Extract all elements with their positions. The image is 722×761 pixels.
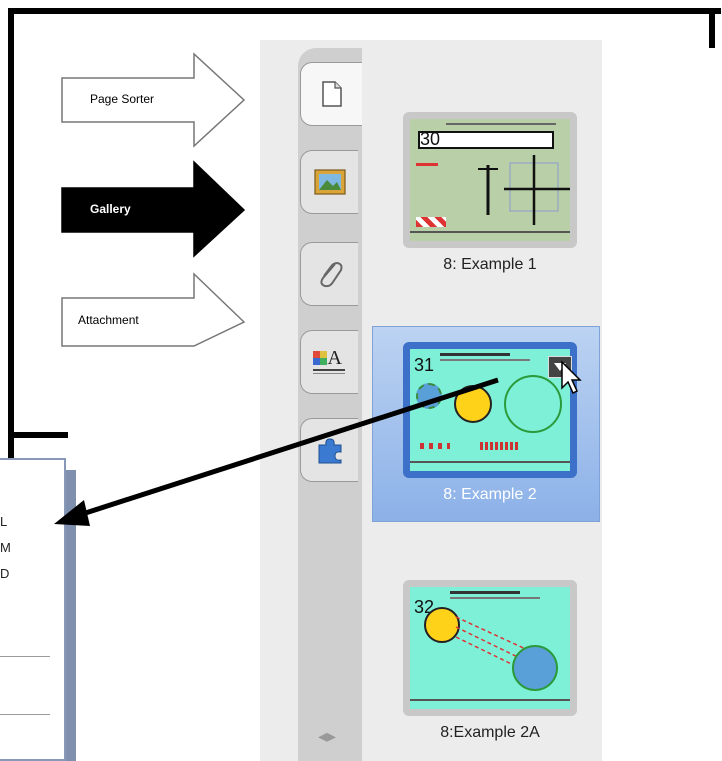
paperclip-icon [319,261,342,288]
page-number: 30 [420,129,441,149]
picture-icon [313,169,346,195]
page-preview: 30 [410,119,570,241]
page-caption: 8:Example 2A [440,724,540,741]
menu-item[interactable]: L [0,514,7,529]
menu-item[interactable]: D [0,566,9,581]
page-icon [321,81,342,107]
callout-label-gallery: Gallery [90,202,131,216]
tab-gallery[interactable] [300,150,358,214]
attachment-arrow [61,272,246,347]
callout-label-page-sorter: Page Sorter [90,92,155,106]
page-preview: 32 [410,587,570,709]
callout-label-attachment: Attachment [78,313,139,327]
mouse-cursor-icon [561,360,582,395]
page-thumbnail[interactable]: 32 8:Example 2A [400,580,580,741]
panel-resize-handle[interactable]: ◂▸ [318,726,336,747]
menu-separator [0,714,50,715]
page-caption: 8: Example 1 [443,256,537,273]
tab-attachments[interactable] [300,242,358,306]
menu-item[interactable]: M [0,540,11,555]
pointer-arrow [54,377,499,526]
menu-separator [0,656,50,657]
tab-page-sorter[interactable] [300,62,362,126]
callout-frame-edge [709,8,715,48]
page-thumbnail[interactable]: 30 8: Example 1 [400,112,580,273]
